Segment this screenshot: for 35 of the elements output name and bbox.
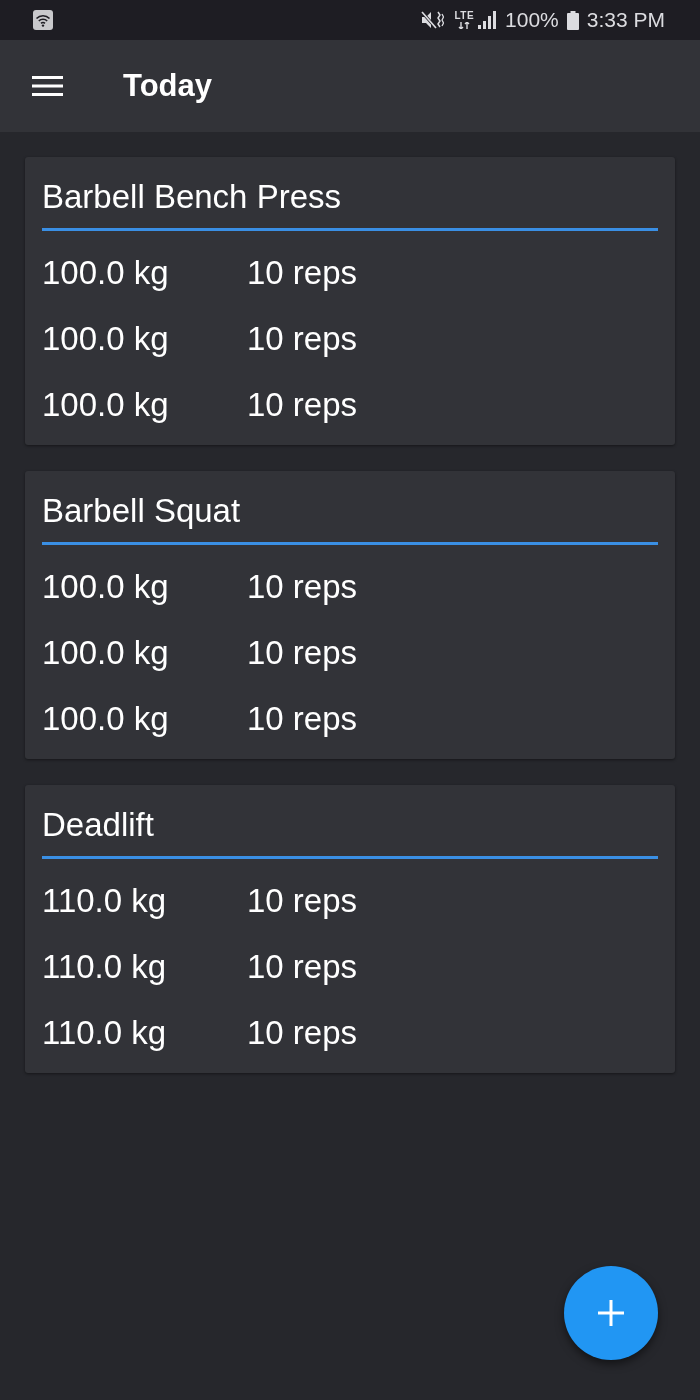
set-reps: 10 reps	[247, 567, 358, 607]
clock-time: 3:33 PM	[586, 8, 665, 32]
set-reps: 10 reps	[247, 253, 358, 293]
battery-icon	[566, 10, 579, 30]
vibrate-mute-icon	[421, 10, 445, 30]
exercise-name: Barbell Squat	[42, 491, 242, 531]
exercise-card[interactable]: Deadlift 110.0 kg 10 reps 110.0 kg 10 reps 110.0 kg 10 reps	[25, 785, 675, 1073]
set-reps: 10 reps	[247, 385, 358, 425]
network-type-label: LTE	[454, 11, 475, 21]
set-reps: 10 reps	[247, 319, 358, 359]
screen-title: Today	[123, 68, 212, 104]
exercise-card[interactable]: Barbell Squat 100.0 kg 10 reps 100.0 kg 10 reps 100.0 kg 10 reps	[25, 471, 675, 759]
set-weight: 100.0 kg	[42, 699, 170, 739]
set-reps: 10 reps	[247, 699, 358, 739]
set-weight: 110.0 kg	[42, 1013, 168, 1053]
set-reps: 10 reps	[247, 633, 358, 673]
wifi-icon	[33, 10, 53, 30]
set-weight: 110.0 kg	[42, 947, 168, 987]
exercise-name: Barbell Bench Press	[42, 177, 342, 217]
exercise-name: Deadlift	[42, 805, 155, 845]
set-weight: 100.0 kg	[42, 633, 170, 673]
set-weight: 100.0 kg	[42, 567, 170, 607]
set-reps: 10 reps	[247, 1013, 358, 1053]
set-reps: 10 reps	[247, 947, 358, 987]
signal-icon	[478, 11, 499, 29]
menu-icon[interactable]	[32, 76, 63, 96]
data-arrows-icon	[458, 22, 471, 29]
set-reps: 10 reps	[247, 881, 358, 921]
set-weight: 100.0 kg	[42, 319, 170, 359]
battery-percent: 100%	[505, 8, 559, 32]
set-weight: 110.0 kg	[42, 881, 168, 921]
exercise-card[interactable]: Barbell Bench Press 100.0 kg 10 reps 100.0 kg 10 reps 100.0 kg 10 reps	[25, 157, 675, 445]
set-weight: 100.0 kg	[42, 253, 170, 293]
plus-icon	[598, 1300, 624, 1326]
set-weight: 100.0 kg	[42, 385, 170, 425]
